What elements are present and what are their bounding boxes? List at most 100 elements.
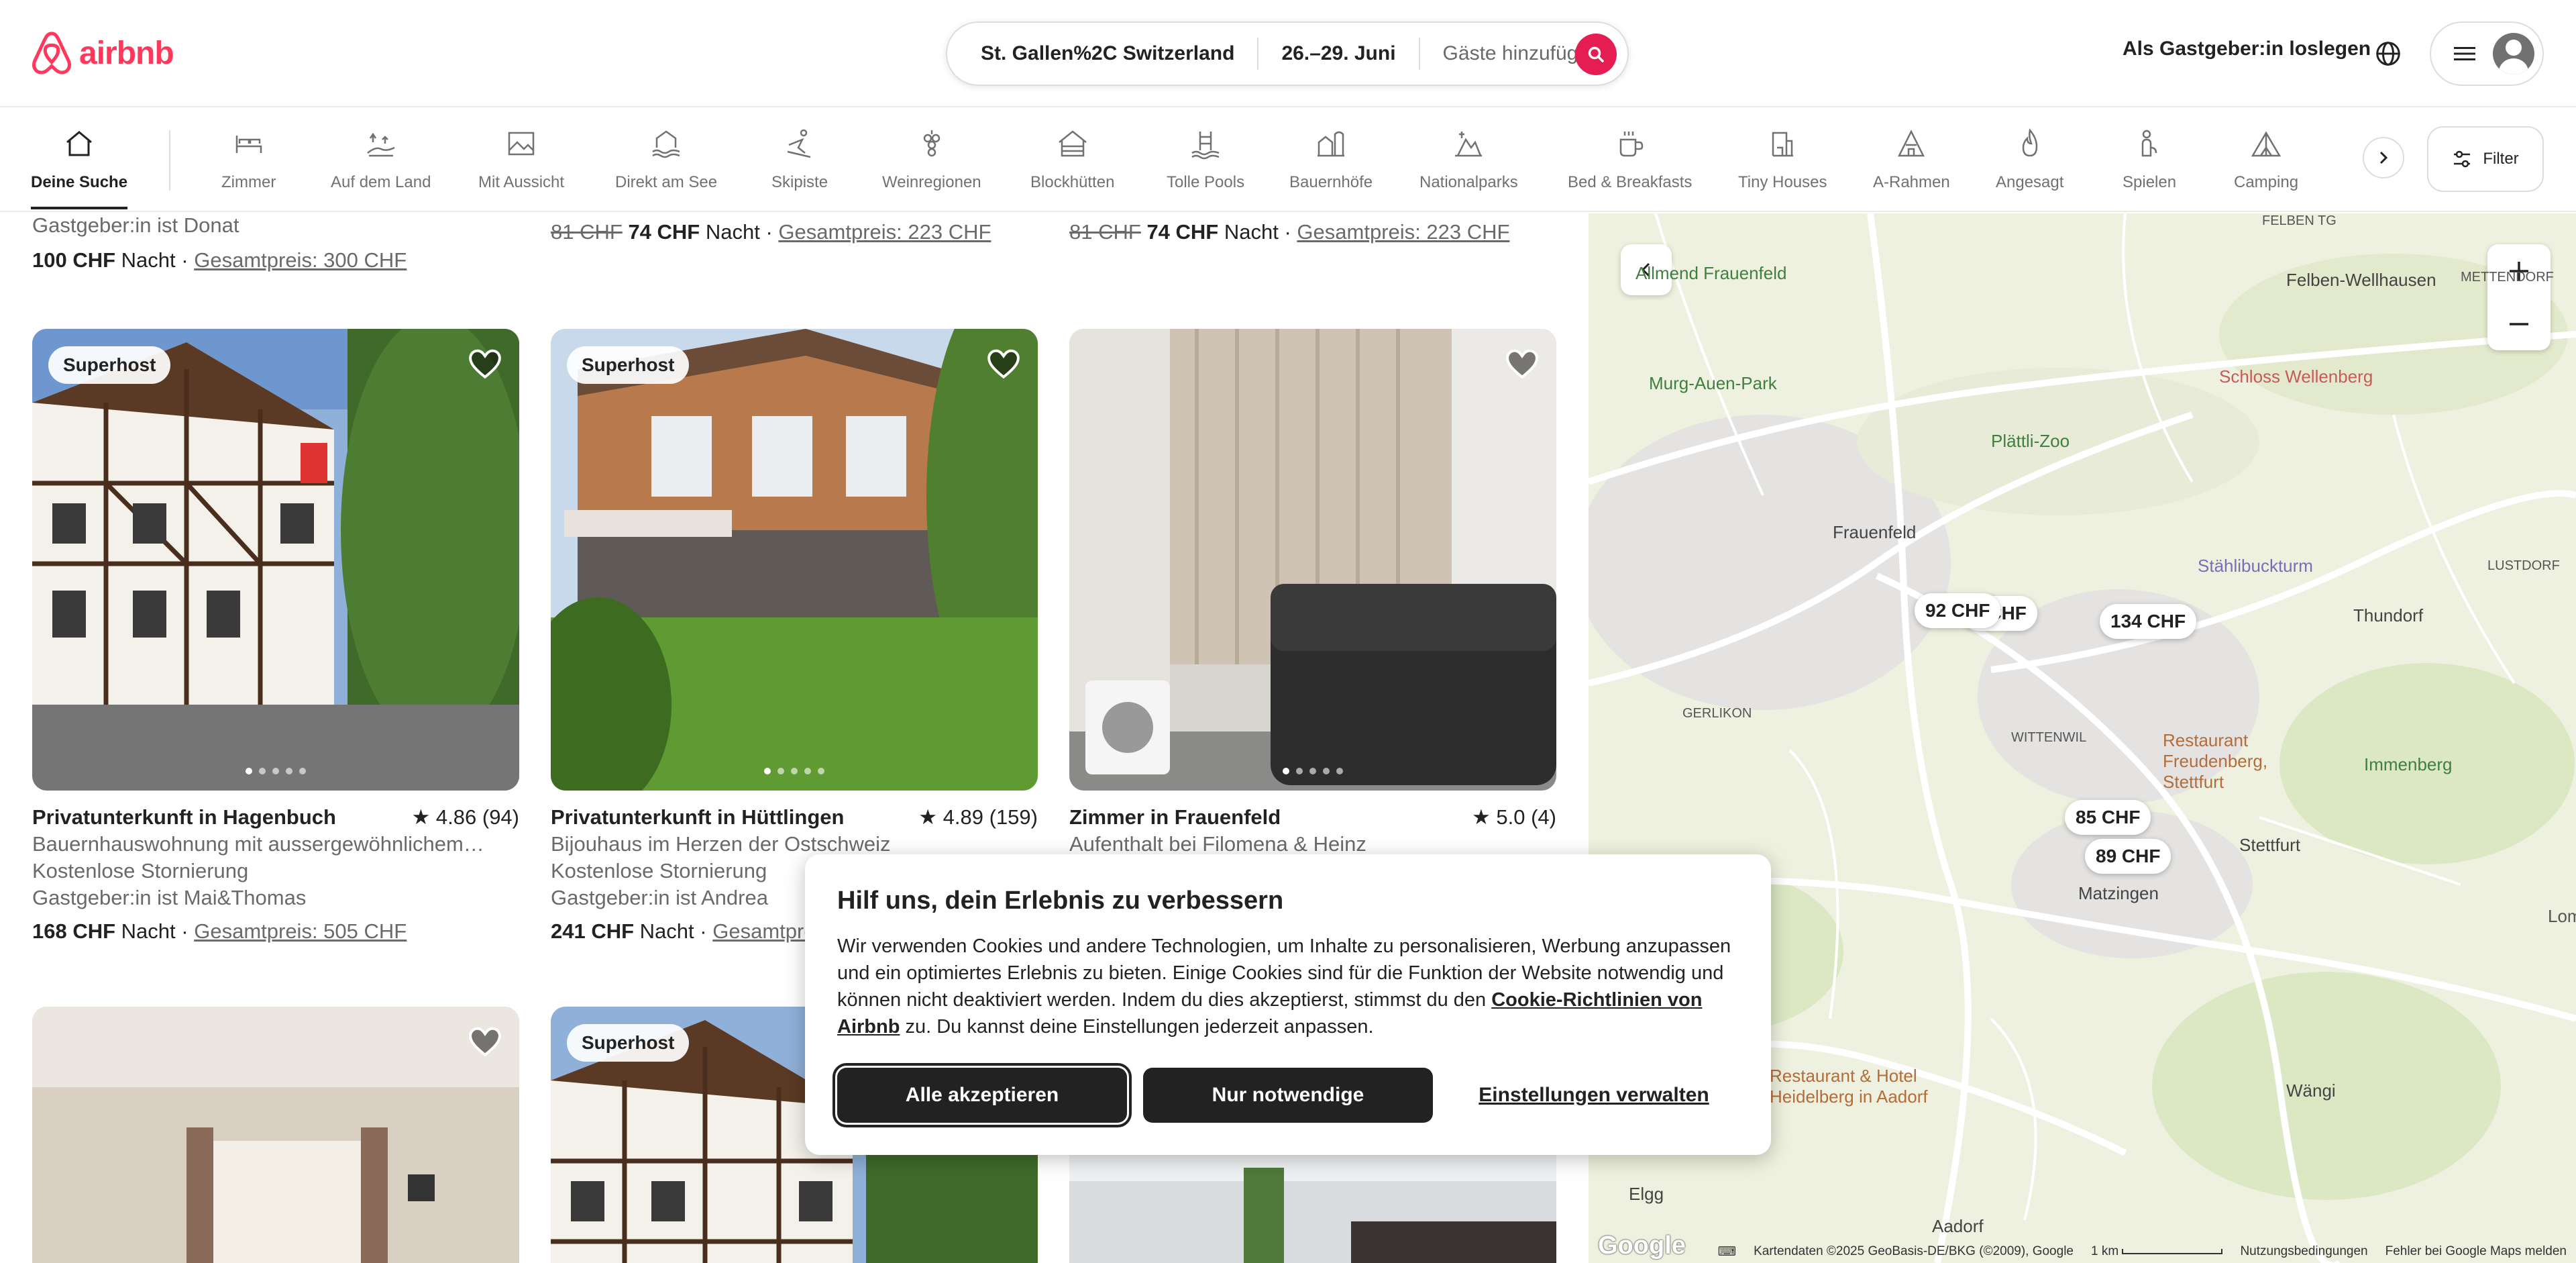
listing-price: 100 CHF: [32, 248, 116, 272]
heart-icon[interactable]: [468, 348, 502, 381]
listing-photo[interactable]: Superhost: [551, 329, 1038, 791]
heart-icon[interactable]: [1505, 348, 1539, 381]
category-deine-suche[interactable]: Deine Suche: [31, 128, 128, 209]
listing-card-frauenfeld[interactable]: Zimmer in Frauenfeld ★ 5.0 (4) Aufenthal…: [1069, 329, 1556, 856]
category-blockhuetten[interactable]: Blockhütten: [1030, 128, 1114, 195]
listing-price: 74 CHF: [628, 220, 700, 244]
grapes-icon: [923, 130, 941, 157]
category-label: Direkt am See: [615, 173, 718, 191]
category-nationalparks[interactable]: Nationalparks: [1419, 128, 1518, 195]
listing-total[interactable]: Gesamtpreis: 223 CHF: [778, 220, 991, 244]
search-bar[interactable]: St. Gallen%2C Switzerland 26.–29. Juni G…: [946, 21, 1629, 86]
user-menu-button[interactable]: [2430, 21, 2544, 86]
category-mit-aussicht[interactable]: Mit Aussicht: [478, 128, 564, 195]
zoom-out-icon[interactable]: [2508, 313, 2530, 336]
listing-night: Nacht: [705, 220, 760, 244]
listing-photo[interactable]: Superhost: [32, 329, 519, 791]
become-host-link[interactable]: Als Gastgeber:in loslegen: [2123, 38, 2371, 60]
map-label: GERLIKON: [1682, 706, 1752, 721]
heart-icon[interactable]: [468, 1025, 502, 1059]
map-report-link[interactable]: Fehler bei Google Maps melden: [2385, 1244, 2567, 1259]
category-divider: [169, 130, 170, 191]
photo-carousel-dots: [551, 768, 1038, 774]
listing-host: Gastgeber:in ist Donat: [32, 213, 239, 237]
listing-price-line[interactable]: 81 CHF 74 CHF Nacht · Gesamtpreis: 223 C…: [1069, 220, 1509, 244]
top-header: airbnb St. Gallen%2C Switzerland 26.–29.…: [0, 0, 2576, 107]
search-location[interactable]: St. Gallen%2C Switzerland: [947, 42, 1257, 65]
listing-price-line[interactable]: 241 CHF Nacht · Gesamtpre: [551, 919, 816, 944]
listing-rating: ★ 4.86 (94): [411, 805, 519, 829]
category-spielen[interactable]: Spielen: [2123, 128, 2176, 195]
map-place: Restaurant Freudenberg, Stettfurt: [2163, 730, 2268, 792]
accept-all-button[interactable]: Alle akzeptieren: [833, 1063, 1132, 1127]
category-next-button[interactable]: [2363, 137, 2404, 179]
search-button[interactable]: [1575, 34, 1617, 75]
keyboard-icon[interactable]: ⌨: [1718, 1244, 1736, 1260]
category-label: A-Rahmen: [1873, 173, 1950, 191]
filter-button[interactable]: Filter: [2427, 126, 2544, 192]
superhost-badge: Superhost: [48, 346, 171, 384]
listing-rating: ★ 5.0 (4): [1471, 805, 1556, 829]
listing-price-line[interactable]: 168 CHF Nacht · Gesamtpreis: 505 CHF: [32, 919, 407, 944]
category-bauernhoefe[interactable]: Bauernhöfe: [1289, 128, 1373, 195]
rating-value: 4.86 (94): [435, 805, 519, 829]
listing-card-huettlingen[interactable]: Superhost Privatunterkunft in Hüttlingen…: [551, 329, 1038, 943]
category-tiny-houses[interactable]: Tiny Houses: [1738, 128, 1827, 195]
map-label: Lomm: [2548, 906, 2576, 926]
a-frame-icon: [1898, 130, 1925, 157]
map-scale: 1 km: [2091, 1244, 2223, 1259]
price-pin[interactable]: 92 CHF: [1915, 593, 2001, 628]
listing-old-price: 81 CHF: [1069, 220, 1141, 244]
search-dates[interactable]: 26.–29. Juni: [1257, 38, 1418, 70]
sliders-icon: [2454, 150, 2471, 168]
category-label: Skipiste: [771, 173, 828, 191]
price-pin[interactable]: 134 CHF: [2100, 604, 2197, 639]
listing-price: 74 CHF: [1146, 220, 1219, 244]
manage-settings-button[interactable]: Einstellungen verwalten: [1449, 1068, 1739, 1123]
category-camping[interactable]: Camping: [2234, 128, 2298, 195]
category-a-rahmen[interactable]: A-Rahmen: [1873, 128, 1950, 195]
category-zimmer[interactable]: Zimmer: [221, 128, 276, 195]
map-terms-link[interactable]: Nutzungsbedingungen: [2240, 1244, 2367, 1259]
category-label: Nationalparks: [1419, 173, 1518, 191]
map-place: Wängi: [2286, 1080, 2336, 1101]
category-label: Mit Aussicht: [478, 173, 565, 191]
map-place: Restaurant & Hotel Heidelberg in Aadorf: [1770, 1066, 1928, 1107]
cookie-body: Wir verwenden Cookies und andere Technol…: [837, 936, 1731, 1038]
category-label: Auf dem Land: [331, 173, 431, 191]
price-pin[interactable]: 89 CHF: [2085, 839, 2171, 874]
category-label: Spielen: [2123, 173, 2177, 191]
category-label: Weinregionen: [882, 173, 981, 191]
listing-total[interactable]: Gesamtpreis: 223 CHF: [1297, 220, 1509, 244]
listing-price-line[interactable]: 100 CHF Nacht · Gesamtpreis: 300 CHF: [32, 248, 407, 272]
cabin-icon: [1058, 130, 1087, 157]
category-bed-breakfasts[interactable]: Bed & Breakfasts: [1568, 128, 1692, 195]
listing-card-hagenbuch[interactable]: Superhost Privatunterkunft in Hagenbuch …: [32, 329, 519, 943]
superhost-badge: Superhost: [567, 346, 690, 384]
listing-price: 168 CHF: [32, 919, 116, 943]
superhost-badge: Superhost: [567, 1024, 690, 1062]
necessary-only-button[interactable]: Nur notwendige: [1143, 1068, 1433, 1123]
listing-photo[interactable]: [32, 1007, 519, 1263]
listing-total[interactable]: Gesamtpreis: 300 CHF: [194, 248, 407, 272]
listing-price-line[interactable]: 81 CHF 74 CHF Nacht · Gesamtpreis: 223 C…: [551, 220, 991, 244]
map-label: WITTENWIL: [2011, 730, 2087, 745]
category-direkt-am-see[interactable]: Direkt am See: [615, 128, 717, 195]
listing-total[interactable]: Gesamtpreis: 505 CHF: [194, 919, 407, 943]
flame-icon: [2022, 128, 2037, 157]
category-weinregionen[interactable]: Weinregionen: [882, 128, 981, 195]
heart-icon[interactable]: [987, 348, 1020, 381]
category-skipiste[interactable]: Skipiste: [771, 128, 828, 195]
map-place: Matzingen: [2078, 883, 2159, 903]
globe-icon[interactable]: [2375, 40, 2402, 67]
price-pin[interactable]: 85 CHF: [2065, 800, 2151, 835]
rating-value: 5.0 (4): [1496, 805, 1556, 829]
category-auf-dem-land[interactable]: Auf dem Land: [331, 128, 431, 195]
map-place: Aadorf: [1932, 1216, 1984, 1236]
listing-photo[interactable]: [1069, 329, 1556, 791]
airbnb-logo[interactable]: airbnb: [31, 31, 174, 75]
listing-total[interactable]: Gesamtpre: [712, 919, 815, 943]
category-tolle-pools[interactable]: Tolle Pools: [1167, 128, 1244, 195]
category-angesagt[interactable]: Angesagt: [1996, 128, 2063, 195]
map-place: Felben-Wellhausen: [2286, 270, 2436, 290]
